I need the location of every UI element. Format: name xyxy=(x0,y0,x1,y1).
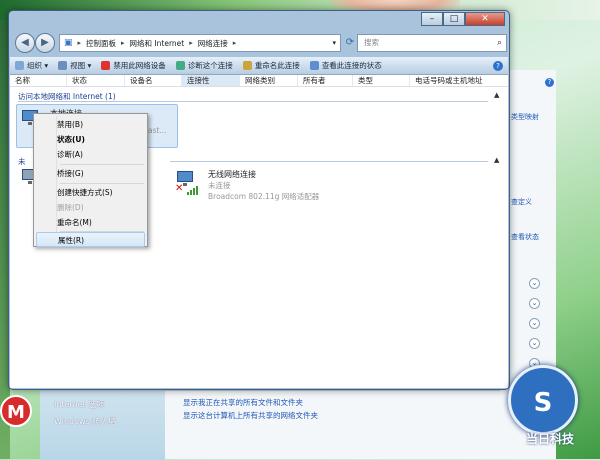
menu-item-disable[interactable]: 禁用(B) xyxy=(36,117,145,132)
breadcrumb-separator-icon: ▸ xyxy=(77,39,82,47)
search-placeholder: 搜索 xyxy=(364,38,379,47)
address-bar[interactable]: ▣ ▸ 控制面板 ▸ 网络和 Internet ▸ 网络连接 ▸ ▾ xyxy=(59,34,341,52)
column-device[interactable]: 设备名 xyxy=(125,75,182,86)
menu-item-status[interactable]: 状态(U) xyxy=(36,132,145,147)
menu-item-create-shortcut[interactable]: 创建快捷方式(S) xyxy=(36,185,145,200)
breadcrumb-separator-icon: ▸ xyxy=(121,39,125,47)
bg-link-define[interactable]: 查定义 xyxy=(511,197,532,207)
search-icon[interactable]: ⌕ xyxy=(497,35,502,51)
status-icon xyxy=(309,61,319,70)
column-network-category[interactable]: 网络类别 xyxy=(240,75,298,86)
wireless-connection-name: 无线网络连接 xyxy=(208,170,256,179)
back-button[interactable]: ◀ xyxy=(15,33,35,53)
column-connectivity[interactable]: 连接性 xyxy=(182,75,240,86)
organize-icon xyxy=(15,61,24,70)
help-icon: ? xyxy=(493,60,503,71)
expand-chevron-icon[interactable]: ⌄ xyxy=(529,298,540,309)
control-panel-icon: ▣ xyxy=(64,38,73,48)
wireless-connection-item[interactable]: ✕ 无线网络连接 未连接 Broadcom 802.11g 网络适配器 xyxy=(175,169,375,209)
disable-icon xyxy=(101,61,111,70)
forward-button[interactable]: ▶ xyxy=(35,33,55,53)
views-button[interactable]: 视图 ▾ xyxy=(53,60,96,71)
window-controls: – □ ✕ xyxy=(421,12,505,26)
menu-separator xyxy=(60,183,144,184)
refresh-icon[interactable]: ⟳ xyxy=(343,34,357,52)
close-button[interactable]: ✕ xyxy=(465,12,505,26)
toolbar-help-button[interactable]: ? xyxy=(488,60,508,71)
breadcrumb-control-panel[interactable]: 控制面板 xyxy=(86,38,116,49)
breadcrumb-network-connections[interactable]: 网络连接 xyxy=(198,38,228,49)
signal-bars-icon xyxy=(187,183,199,195)
column-phone-host[interactable]: 电话号码或主机地址 xyxy=(410,75,508,86)
metro-desktop-icon[interactable]: M xyxy=(0,395,32,427)
disconnected-x-icon: ✕ xyxy=(175,183,184,194)
diagnose-button[interactable]: 诊断这个连接 xyxy=(171,60,238,71)
help-icon[interactable]: ? xyxy=(545,78,554,87)
column-name[interactable]: 名称 xyxy=(10,75,67,86)
collapse-group-icon[interactable]: ▲ xyxy=(494,156,499,164)
menu-item-diagnose[interactable]: 诊断(A) xyxy=(36,147,145,162)
organize-button[interactable]: 组织 ▾ xyxy=(10,60,53,71)
menu-item-delete: 删除(D) xyxy=(57,203,84,212)
breadcrumb-separator-icon: ▸ xyxy=(232,39,237,47)
wireless-connection-status: 未连接 xyxy=(208,181,231,190)
search-input[interactable]: 搜索 ⌕ xyxy=(357,34,507,52)
bg-link-view-status[interactable]: 查看状态 xyxy=(511,232,539,242)
local-connection-subtext: ast... xyxy=(148,126,167,135)
address-dropdown-icon[interactable]: ▾ xyxy=(332,39,336,47)
expand-chevron-icon[interactable]: ⌄ xyxy=(529,338,540,349)
expand-chevron-icon[interactable]: ⌄ xyxy=(529,278,540,289)
group-divider xyxy=(170,161,488,162)
column-status[interactable]: 状态 xyxy=(67,75,125,86)
context-menu: 禁用(B) 状态(U) 诊断(A) 桥接(G) 创建快捷方式(S) 删除(D) … xyxy=(33,113,148,247)
disable-device-button[interactable]: 禁用此网络设备 xyxy=(96,60,171,71)
column-header-row: 名称 状态 设备名 连接性 网络类别 所有者 类型 电话号码或主机地址 xyxy=(10,75,508,87)
wireless-connection-device: Broadcom 802.11g 网络适配器 xyxy=(208,192,320,201)
menu-item-bridge[interactable]: 桥接(G) xyxy=(36,166,145,181)
link-show-shared-files[interactable]: 显示我正在共享的所有文件和文件夹 xyxy=(183,397,303,408)
menu-item-rename[interactable]: 重命名(M) xyxy=(36,215,145,230)
group-divider xyxy=(18,101,488,102)
address-row: ◀ ▶ ▣ ▸ 控制面板 ▸ 网络和 Internet ▸ 网络连接 ▸ ▾ ⟳… xyxy=(15,33,507,55)
site-logo-text: 当日科技 xyxy=(525,432,574,446)
collapse-group-icon[interactable]: ▲ xyxy=(494,91,499,99)
expand-chevron-icon[interactable]: ⌄ xyxy=(529,318,540,329)
menu-item-properties[interactable]: 属性(R) xyxy=(36,232,145,247)
rename-icon xyxy=(242,61,252,70)
background-window-bottom: Internet 选项 Windows 防火墙 显示我正在共享的所有文件和文件夹… xyxy=(40,390,500,460)
bg-link-type-map[interactable]: 类型映射 xyxy=(511,112,539,122)
column-type[interactable]: 类型 xyxy=(353,75,410,86)
diagnose-icon xyxy=(175,61,185,70)
menu-separator xyxy=(60,164,144,165)
title-bar[interactable]: – □ ✕ xyxy=(9,11,509,31)
command-toolbar: 组织 ▾ 视图 ▾ 禁用此网络设备 诊断这个连接 重命名此连接 查看此连接的状态… xyxy=(10,57,508,75)
rename-button[interactable]: 重命名此连接 xyxy=(238,60,305,71)
maximize-button[interactable]: □ xyxy=(443,12,465,26)
minimize-button[interactable]: – xyxy=(421,12,443,26)
link-show-shared-folders[interactable]: 显示这台计算机上所有共享的网络文件夹 xyxy=(183,410,318,421)
site-logo-badge: S xyxy=(508,365,578,435)
sidebar-link-firewall[interactable]: Windows 防火墙 xyxy=(54,416,116,427)
views-icon xyxy=(58,61,68,70)
view-status-button[interactable]: 查看此连接的状态 xyxy=(305,60,387,71)
breadcrumb-network-internet[interactable]: 网络和 Internet xyxy=(130,38,185,49)
bg-sidebar: Internet 选项 Windows 防火墙 xyxy=(40,391,165,460)
group-header-unknown[interactable]: 未 xyxy=(18,156,26,167)
breadcrumb-separator-icon: ▸ xyxy=(189,39,193,47)
sidebar-link-internet-options[interactable]: Internet 选项 xyxy=(54,399,104,410)
column-owner[interactable]: 所有者 xyxy=(298,75,353,86)
